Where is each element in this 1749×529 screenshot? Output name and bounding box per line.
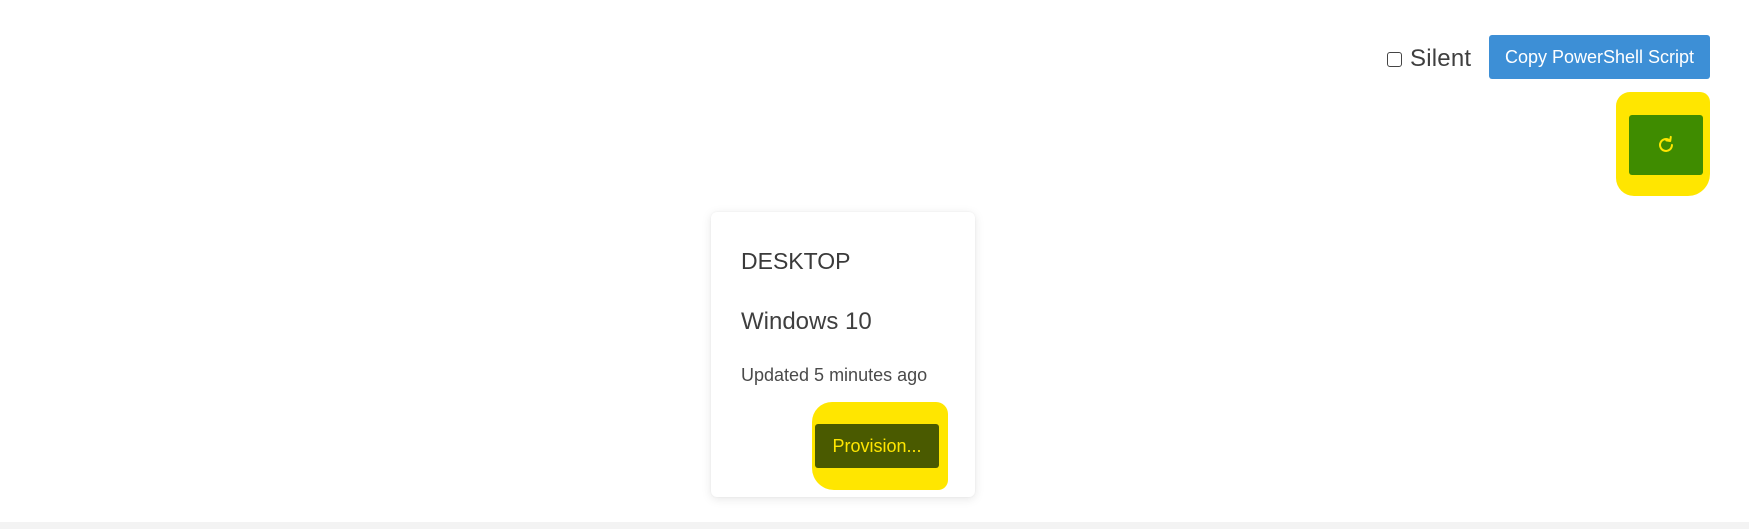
provision-button[interactable]: Provision... xyxy=(815,424,939,468)
device-name: DESKTOP xyxy=(741,248,851,274)
silent-label: Silent xyxy=(1410,45,1472,72)
device-os: Windows 10 xyxy=(741,308,872,335)
refresh-button[interactable] xyxy=(1629,115,1703,175)
page: Silent Copy PowerShell Script DESKTOP Wi… xyxy=(0,0,1749,529)
silent-checkbox[interactable] xyxy=(1387,51,1402,67)
bottom-bar xyxy=(0,522,1749,529)
device-updated-time: Updated 5 minutes ago xyxy=(741,365,928,385)
refresh-icon xyxy=(1659,135,1673,152)
silent-option[interactable]: Silent xyxy=(1387,44,1471,74)
copy-powershell-script-button[interactable]: Copy PowerShell Script xyxy=(1489,35,1710,79)
